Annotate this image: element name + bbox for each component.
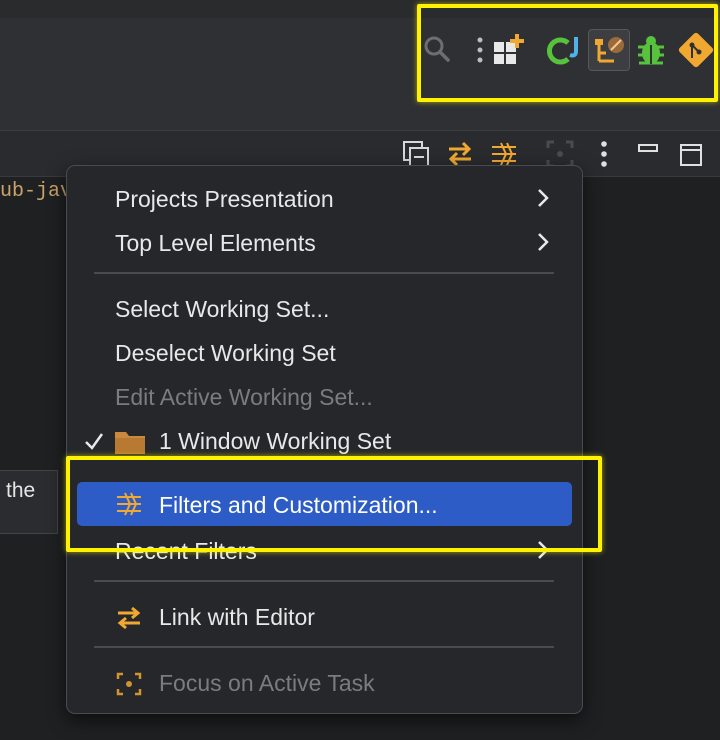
menu-item-label: Select Working Set... [115, 296, 330, 322]
menu-item-focus-on-active-task: Focus on Active Task [67, 662, 582, 702]
minimize-icon[interactable] [634, 138, 664, 158]
menu-item-deselect-working-set[interactable]: Deselect Working Set [67, 332, 582, 372]
annotation-highlight-toolbar [417, 4, 718, 102]
menu-item-label: 1 Window Working Set [159, 428, 392, 454]
menu-item-select-working-set[interactable]: Select Working Set... [67, 288, 582, 328]
menu-item-projects-presentation[interactable]: Projects Presentation [67, 178, 582, 218]
menu-item-edit-active-working-set: Edit Active Working Set... [67, 376, 582, 416]
menu-item-label: Focus on Active Task [159, 670, 375, 696]
menu-separator [94, 272, 554, 274]
menu-item-label: Deselect Working Set [115, 340, 336, 366]
side-panel: the [0, 470, 58, 534]
view-context-menu: Projects Presentation Top Level Elements… [66, 165, 583, 714]
annotation-highlight-filters [66, 456, 602, 552]
menu-item-label: Link with Editor [159, 604, 315, 630]
menu-item-link-with-editor[interactable]: Link with Editor [67, 596, 582, 636]
menu-item-label: Top Level Elements [115, 230, 316, 256]
focus-task-icon [116, 672, 142, 696]
menu-separator [94, 580, 554, 582]
maximize-icon[interactable] [676, 140, 706, 170]
menu-item-top-level-elements[interactable]: Top Level Elements [67, 222, 582, 262]
checkmark-icon [85, 433, 104, 450]
menu-item-label: Projects Presentation [115, 186, 334, 212]
chevron-right-icon [538, 233, 549, 251]
side-panel-text: the [6, 479, 36, 502]
view-menu-icon[interactable] [596, 138, 612, 170]
menu-item-window-working-set[interactable]: 1 Window Working Set [67, 420, 582, 460]
menu-item-label: Edit Active Working Set... [115, 384, 373, 410]
folder-icon [115, 432, 145, 454]
chevron-right-icon [538, 189, 549, 207]
link-with-editor-icon [117, 606, 141, 630]
menu-separator [94, 646, 554, 648]
